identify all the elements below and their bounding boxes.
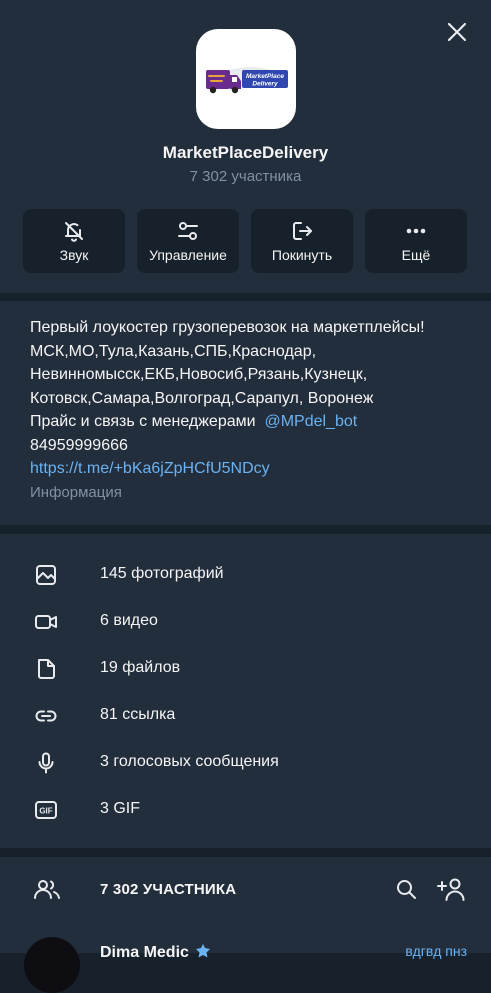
- more-button[interactable]: Ещё: [365, 209, 467, 273]
- video-icon: [35, 615, 57, 629]
- group-logo: MarketPlace Delivery: [206, 67, 288, 94]
- about-line: Первый лоукостер грузоперевозок на марке…: [30, 319, 425, 336]
- verified-icon: [196, 944, 211, 958]
- close-button[interactable]: [443, 18, 471, 46]
- bot-mention-link[interactable]: @MPdel_bot: [264, 413, 357, 430]
- more-label: Ещё: [401, 247, 431, 263]
- media-files-label: 19 файлов: [100, 659, 181, 676]
- mute-button[interactable]: Звук: [23, 209, 125, 273]
- shared-media-section: 145 фотографий 6 видео 19 файлов 81 ссыл…: [0, 534, 491, 848]
- invite-link[interactable]: https://t.me/+bKa6jZpHCfU5NDcy: [30, 457, 470, 481]
- leave-button[interactable]: Покинуть: [251, 209, 353, 273]
- media-files-row[interactable]: 19 файлов: [0, 645, 491, 692]
- group-name: MarketPlaceDelivery: [162, 143, 329, 162]
- member-row[interactable]: Dima Medic вдгвд пнз: [0, 933, 491, 993]
- media-voice-row[interactable]: 3 голосовых сообщения: [0, 739, 491, 786]
- close-icon: [447, 22, 467, 42]
- about-line: Котовск,Самара,Волгоград,Сарапул, Вороне…: [30, 389, 374, 407]
- search-icon[interactable]: [394, 877, 418, 901]
- media-voice-label: 3 голосовых сообщения: [100, 753, 279, 770]
- photo-icon: [36, 565, 56, 585]
- manage-label: Управление: [149, 247, 227, 263]
- leave-icon: [293, 222, 312, 240]
- about-line: Невинномысск,ЕКБ,Новосиб,Рязань,Кузнецк,: [30, 366, 368, 383]
- members-title: 7 302 УЧАСТНИКА: [100, 881, 237, 898]
- action-bar: Звук Управление Покинуть Ещё: [23, 209, 469, 273]
- media-gif-label: 3 GIF: [100, 800, 141, 817]
- svg-text:MarketPlace: MarketPlace: [246, 73, 284, 80]
- svg-text:GIF: GIF: [39, 807, 52, 816]
- members-icon: [34, 880, 60, 899]
- manage-button[interactable]: Управление: [137, 209, 239, 273]
- about-section: Первый лоукостер грузоперевозок на марке…: [0, 301, 491, 525]
- about-line-text: Прайс и связь с менеджерами: [30, 413, 256, 430]
- media-videos-row[interactable]: 6 видео: [0, 598, 491, 645]
- about-line: Прайс и связь с менеджерами @MPdel_bot: [30, 410, 470, 434]
- mute-label: Звук: [59, 247, 89, 263]
- leave-label: Покинуть: [271, 247, 333, 263]
- avatar: [24, 937, 80, 993]
- sliders-icon: [178, 222, 198, 240]
- media-photos-row[interactable]: 145 фотографий: [0, 551, 491, 598]
- add-member-icon[interactable]: [436, 876, 466, 902]
- link-icon: [35, 710, 57, 722]
- group-avatar: MarketPlace Delivery: [196, 29, 296, 129]
- media-photos-label: 145 фотографий: [100, 565, 224, 582]
- member-status: вдгвд пнз: [405, 943, 467, 959]
- gif-icon: GIF: [35, 801, 57, 819]
- svg-text:Delivery: Delivery: [252, 81, 278, 88]
- about-hint: Информация: [30, 483, 122, 501]
- group-members-count: 7 302 участника: [189, 168, 302, 185]
- about-text: Первый лоукостер грузоперевозок на марке…: [30, 316, 470, 504]
- bell-off-icon: [65, 222, 83, 242]
- about-line: МСК,МО,Тула,Казань,СПБ,Краснодар,: [30, 342, 317, 360]
- file-icon: [38, 659, 55, 679]
- members-section: 7 302 УЧАСТНИКА Dima Medic вдгвд пнз: [0, 857, 491, 993]
- microphone-icon: [38, 752, 54, 774]
- media-links-row[interactable]: 81 ссылка: [0, 692, 491, 739]
- media-videos-label: 6 видео: [100, 612, 158, 629]
- media-gif-row[interactable]: GIF 3 GIF: [0, 786, 491, 833]
- media-links-label: 81 ссылка: [100, 706, 176, 723]
- profile-header: MarketPlace Delivery MarketPlaceDelivery…: [0, 0, 491, 293]
- about-phone: 84959999666: [30, 436, 128, 454]
- more-icon: [406, 228, 426, 234]
